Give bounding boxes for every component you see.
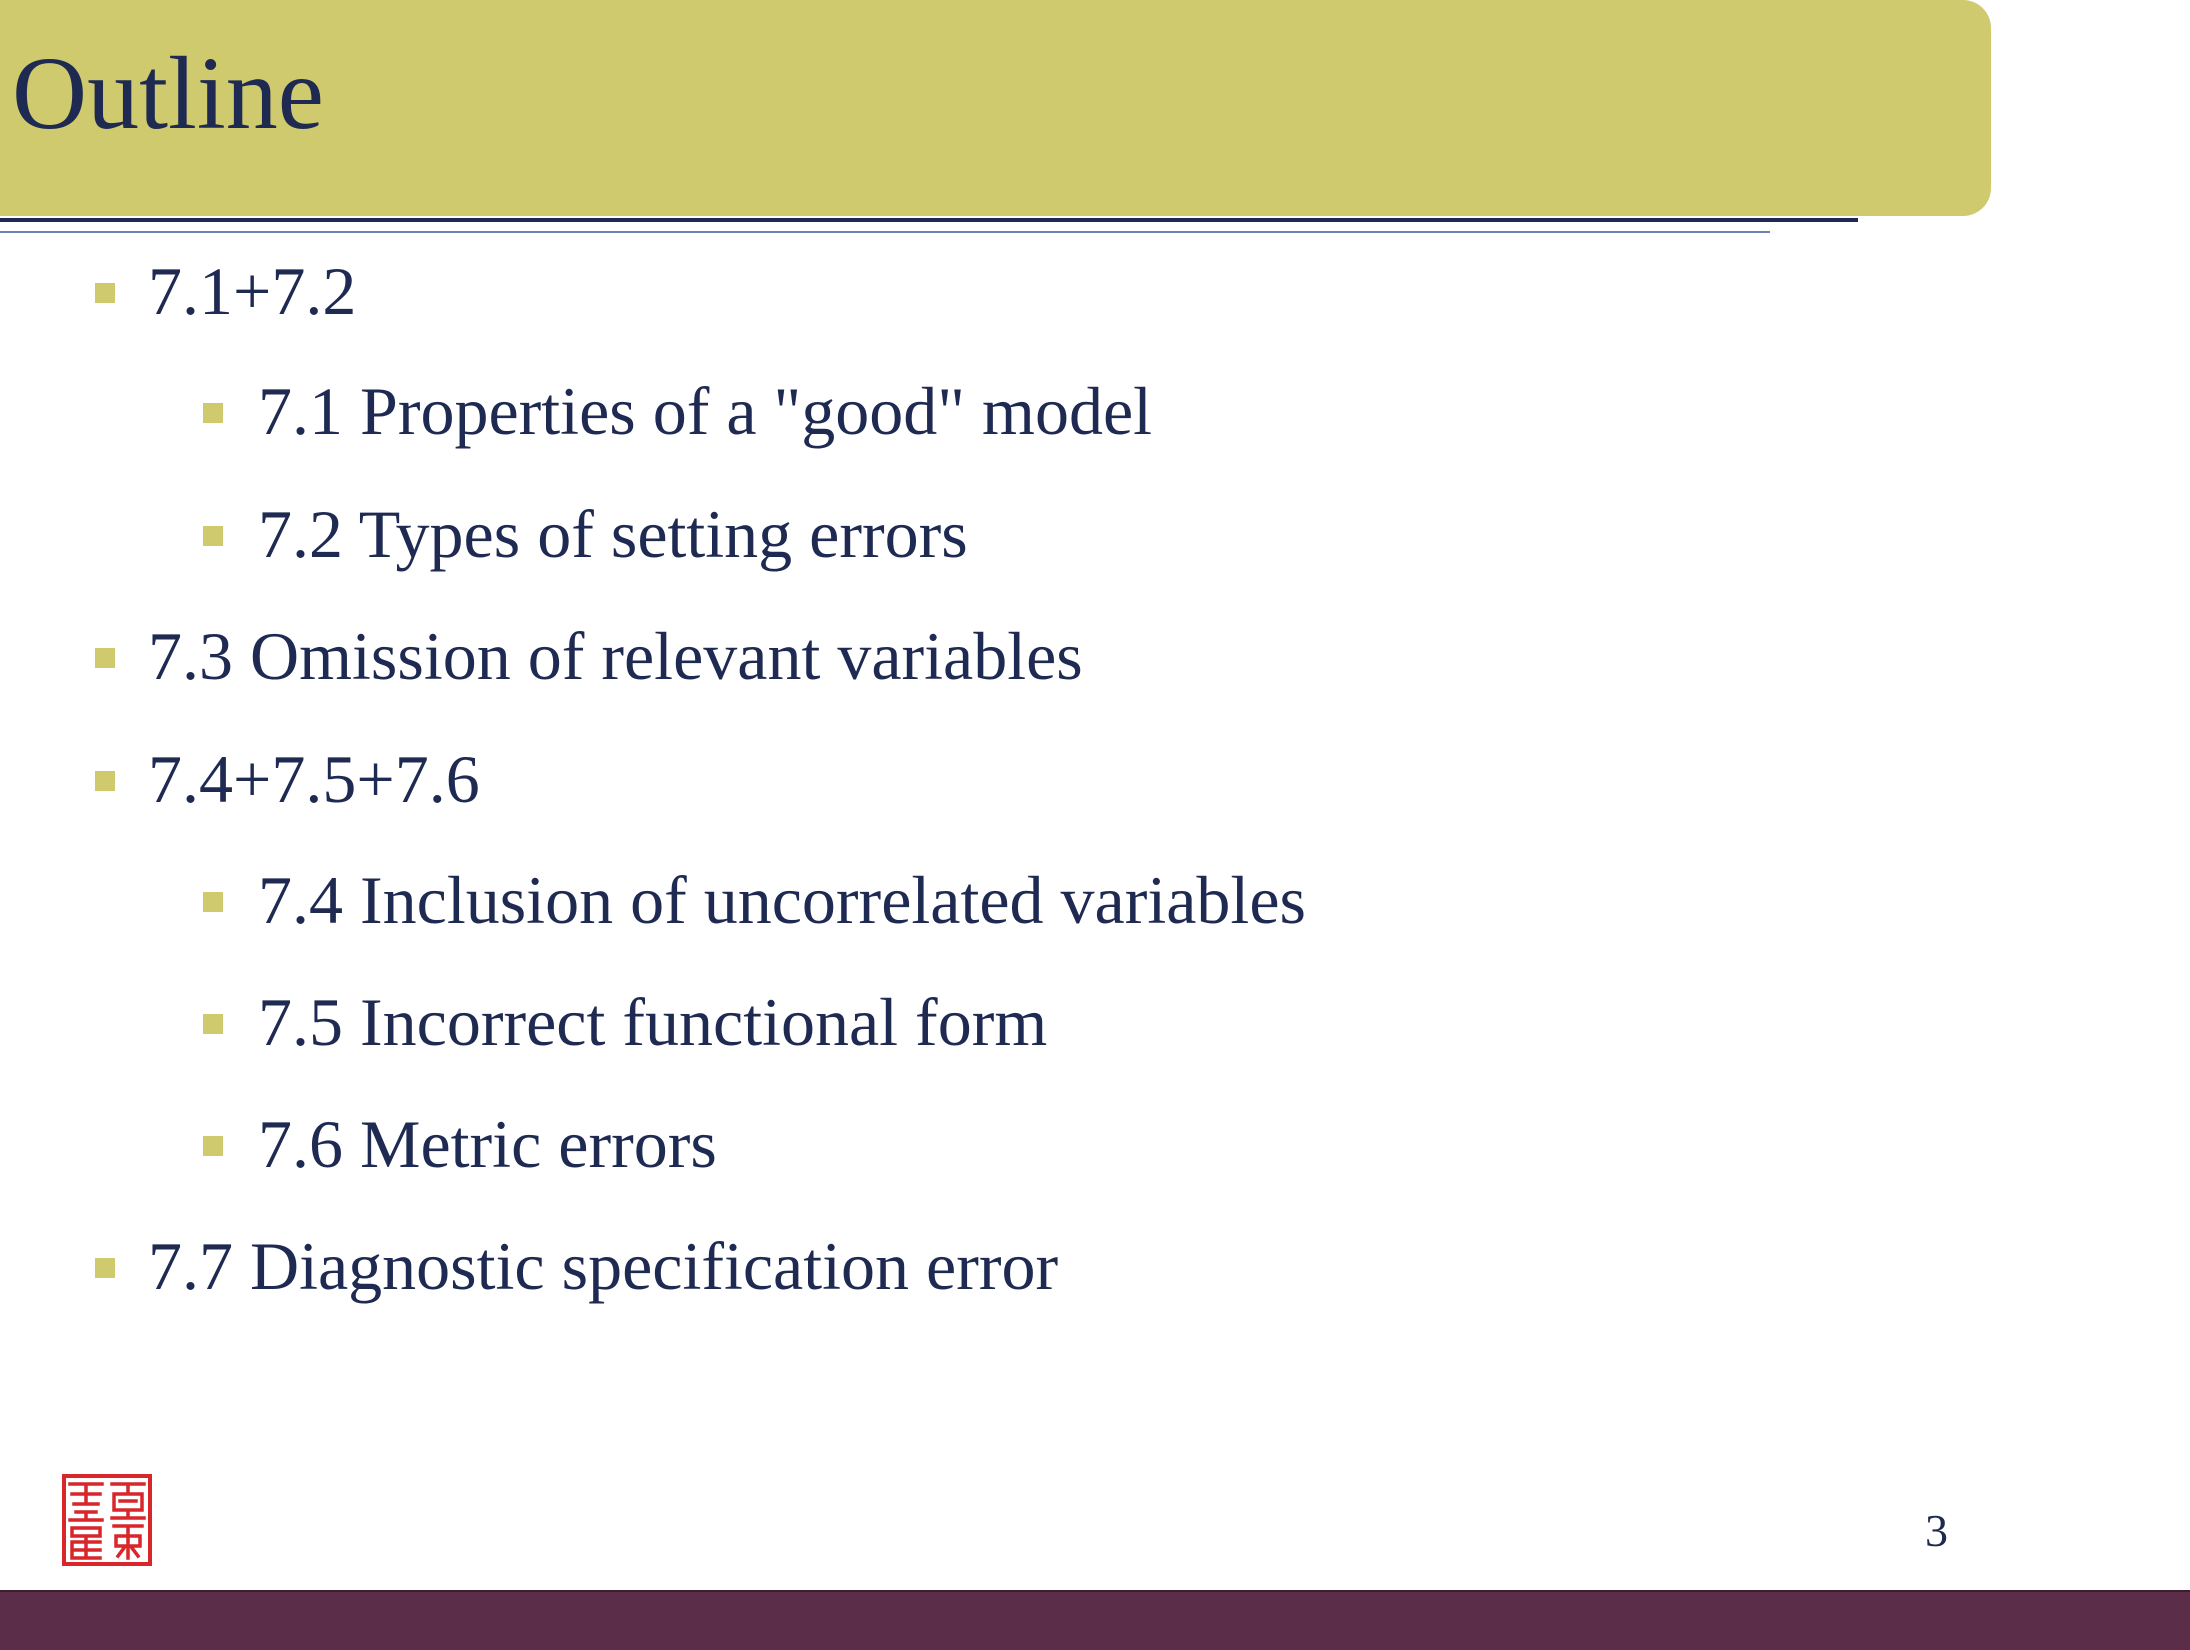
outline-item-text: 7.4+7.5+7.6 [148,741,480,817]
square-bullet-icon [95,1258,115,1278]
title-rule-thin [0,231,1770,233]
footer-bar [0,1590,2190,1650]
slide-title: Outline [12,36,324,151]
outline-item: 7.4+7.5+7.6 [95,745,480,813]
outline-item-text: 7.7 Diagnostic specification error [148,1228,1059,1304]
square-bullet-icon [203,1136,223,1156]
outline-subitem: 7.4 Inclusion of uncorrelated variables [203,866,1306,934]
square-bullet-icon [203,1014,223,1034]
square-bullet-icon [95,648,115,668]
outline-subitem-text: 7.1 Properties of a "good" model [258,373,1153,449]
outline-item: 7.3 Omission of relevant variables [95,622,1083,690]
outline-subitem-text: 7.6 Metric errors [258,1106,717,1182]
outline-subitem: 7.5 Incorrect functional form [203,988,1047,1056]
outline-subitem-text: 7.2 Types of setting errors [258,496,968,572]
page-number: 3 [1925,1505,1948,1556]
outline-item-text: 7.3 Omission of relevant variables [148,618,1083,694]
outline-subitem: 7.1 Properties of a "good" model [203,377,1152,445]
title-rule-thick [0,218,1858,222]
outline-subitem: 7.2 Types of setting errors [203,500,968,568]
square-bullet-icon [95,283,115,303]
outline-item: 7.1+7.2 [95,257,356,325]
square-bullet-icon [95,771,115,791]
square-bullet-icon [203,526,223,546]
outline-subitem-text: 7.5 Incorrect functional form [258,984,1048,1060]
square-bullet-icon [203,403,223,423]
outline-subitem: 7.6 Metric errors [203,1110,717,1178]
square-bullet-icon [203,892,223,912]
outline-item-text: 7.1+7.2 [148,253,357,329]
outline-subitem-text: 7.4 Inclusion of uncorrelated variables [258,862,1306,938]
slide: Outline 7.1+7.2 7.1 Properties of a "goo… [0,0,2190,1650]
outline-item: 7.7 Diagnostic specification error [95,1232,1058,1300]
seal-icon [62,1474,152,1566]
